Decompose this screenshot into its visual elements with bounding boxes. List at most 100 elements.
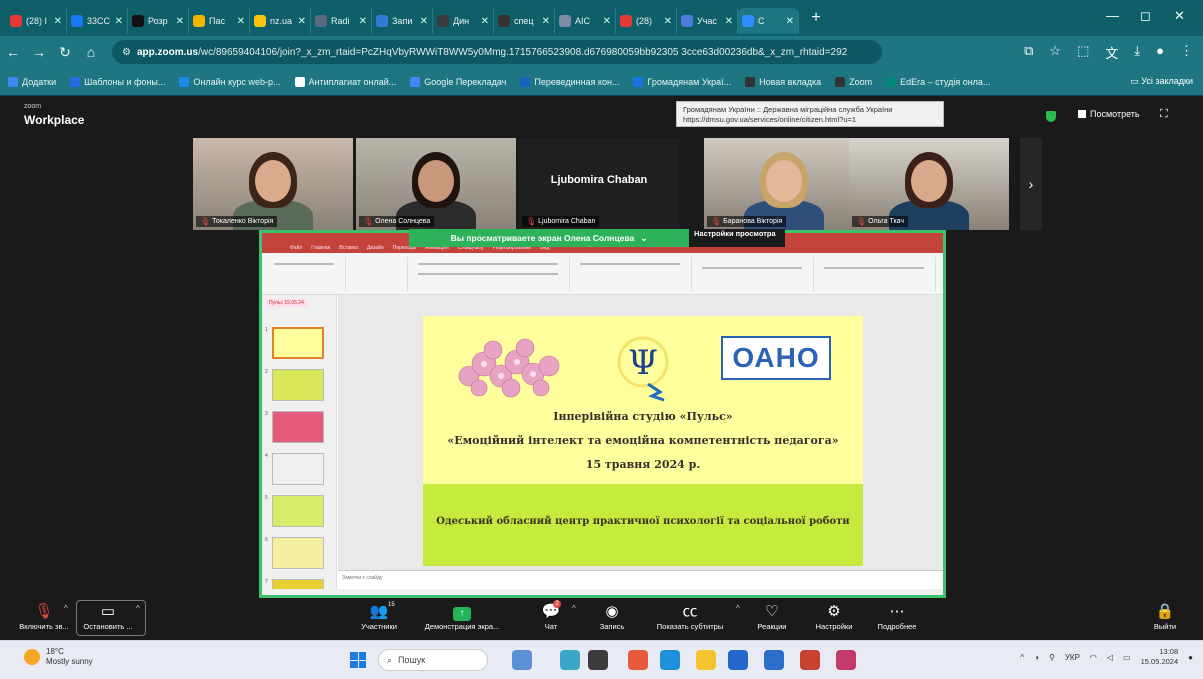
browser-tab[interactable]: 33CC ✕ — [67, 8, 128, 34]
back-icon[interactable]: ← — [0, 44, 26, 60]
wifi-icon[interactable]: ◠ — [1090, 653, 1097, 662]
windows-start-icon[interactable] — [350, 652, 366, 668]
fullscreen-icon[interactable]: ⛶ — [1160, 108, 1168, 121]
captions-button[interactable]: ㏄ Показать субтитры — [648, 602, 732, 631]
browser-tab[interactable]: Учас ✕ — [677, 8, 738, 34]
edge-icon[interactable] — [660, 650, 680, 670]
bookmark-item[interactable]: Перевединная кон... — [520, 76, 619, 87]
participant-tile[interactable]: Ljubomira Chaban 🎙 Ljubomira Chaban — [519, 138, 679, 230]
taskbar-search[interactable]: ⌕ Пошук — [378, 649, 488, 671]
slide-thumbnail[interactable] — [272, 369, 324, 401]
tab-close-icon[interactable]: ✕ — [542, 16, 550, 27]
encryption-shield-icon[interactable] — [1046, 111, 1056, 122]
view-settings-button[interactable]: Настройки просмотра — [689, 229, 785, 247]
browser-tab[interactable]: nz.ua ✕ — [250, 8, 311, 34]
menu-icon[interactable]: ⋮ — [1180, 43, 1193, 62]
chevron-up-icon[interactable]: ^ — [1020, 653, 1024, 662]
participant-tile[interactable]: 🎙 Ольга Ткач — [849, 138, 1009, 230]
weather-widget[interactable]: 18°C Mostly sunny — [24, 647, 93, 667]
home-icon[interactable]: ⌂ — [78, 44, 104, 60]
tab-close-icon[interactable]: ✕ — [664, 16, 672, 27]
slide-thumbnail[interactable] — [272, 411, 324, 443]
site-info-icon[interactable]: ⚙ — [122, 47, 131, 58]
stop-video-button[interactable]: ▭ Остановить ... — [78, 602, 138, 631]
mic-options-chevron-icon[interactable]: ^ — [64, 604, 68, 613]
bookmark-item[interactable]: Google Перекладач — [410, 76, 506, 87]
location-icon[interactable]: ⚲ — [1049, 653, 1055, 662]
tab-close-icon[interactable]: ✕ — [54, 16, 62, 27]
tab-close-icon[interactable]: ✕ — [603, 16, 611, 27]
ppt-tab[interactable]: Файл — [290, 245, 302, 253]
bookmark-item[interactable]: Шаблоны и фоны... — [70, 76, 165, 87]
tab-close-icon[interactable]: ✕ — [359, 16, 367, 27]
forward-icon[interactable]: → — [26, 44, 52, 60]
browser-tab[interactable]: Дин ✕ — [433, 8, 494, 34]
tab-close-icon[interactable]: ✕ — [298, 16, 306, 27]
url-input[interactable]: ⚙ app.zoom.us /wc/89659404106/join?_x_zm… — [112, 40, 882, 64]
tab-close-icon[interactable]: ✕ — [237, 16, 245, 27]
browser-tab[interactable]: C ✕ — [738, 8, 799, 34]
more-button[interactable]: ⋯ Подробнее — [872, 602, 922, 631]
next-page-arrow-icon[interactable]: › — [1020, 138, 1042, 230]
chevron-down-icon[interactable]: ⌄ — [640, 233, 647, 244]
bookmark-item[interactable]: Zoom — [835, 76, 872, 87]
bookmark-item[interactable]: Додатки — [8, 76, 56, 87]
widgets-icon[interactable] — [588, 650, 608, 670]
chat-button[interactable]: 💬 Чат — [536, 602, 566, 631]
slide-thumbnail[interactable] — [272, 537, 324, 569]
share-screen-button[interactable]: ↑ Демонстрация экра... — [414, 602, 510, 631]
bookmark-item[interactable]: Онлайн курс web-р... — [179, 76, 281, 87]
record-button[interactable]: ◉ Запись — [592, 602, 632, 631]
participants-button[interactable]: 👥 Участники — [354, 602, 404, 631]
view-button[interactable]: Посмотреть — [1078, 109, 1140, 119]
slide-thumbnail[interactable] — [272, 495, 324, 527]
video-options-chevron-icon[interactable]: ^ — [136, 604, 140, 613]
ppt-tab[interactable]: Главная — [311, 245, 330, 253]
slide-thumbnail[interactable] — [272, 327, 324, 359]
minimize-icon[interactable]: — — [1106, 8, 1119, 23]
clock[interactable]: 13:08 15.05.2024 — [1141, 647, 1179, 667]
bookmark-item[interactable]: Антиплагиат онлай... — [294, 76, 396, 87]
task-view-icon[interactable] — [512, 650, 532, 670]
cast-icon[interactable]: ⧉ — [1024, 43, 1033, 62]
browser-tab[interactable]: Пас ✕ — [189, 8, 250, 34]
browser-tab[interactable]: спец ✕ — [494, 8, 555, 34]
word-icon[interactable] — [764, 650, 784, 670]
settings-button[interactable]: ⚙ Настройки — [812, 602, 856, 631]
tab-close-icon[interactable]: ✕ — [420, 16, 428, 27]
bookmark-item[interactable]: Громадянам Украї... — [633, 76, 731, 87]
profile-icon[interactable]: ● — [1156, 43, 1164, 62]
chat-options-chevron-icon[interactable]: ^ — [572, 604, 576, 613]
tab-close-icon[interactable]: ✕ — [786, 16, 794, 27]
tab-close-icon[interactable]: ✕ — [115, 16, 123, 27]
tray-app-icon[interactable]: ◑ — [1034, 653, 1039, 662]
browser-tab[interactable]: AIC ✕ — [555, 8, 616, 34]
chrome-icon[interactable] — [628, 650, 648, 670]
participant-tile[interactable]: 🎙 Токаленко Вікторія — [193, 138, 353, 230]
close-icon[interactable]: ✕ — [1174, 8, 1185, 24]
all-bookmarks[interactable]: ▭ Усі закладки — [1130, 76, 1193, 87]
language-indicator[interactable]: УКР — [1065, 653, 1080, 662]
bookmark-item[interactable]: Новая вкладка — [745, 76, 821, 87]
captions-options-chevron-icon[interactable]: ^ — [736, 604, 740, 613]
browser-tab[interactable]: Розр ✕ — [128, 8, 189, 34]
bookmark-star-icon[interactable]: ☆ — [1049, 43, 1061, 62]
file-explorer-icon[interactable] — [696, 650, 716, 670]
battery-icon[interactable]: ▭ — [1123, 653, 1131, 662]
notification-bell-icon[interactable]: ● — [1188, 653, 1193, 662]
browser-tab[interactable]: (28) ✕ — [616, 8, 677, 34]
browser-tab[interactable]: Запи ✕ — [372, 8, 433, 34]
browser-tab[interactable]: (28) I ✕ — [6, 8, 67, 34]
tab-close-icon[interactable]: ✕ — [481, 16, 489, 27]
tab-close-icon[interactable]: ✕ — [176, 16, 184, 27]
bookmark-item[interactable]: EdEra – студія онла... — [886, 76, 990, 87]
extension-icon[interactable]: ⬚ — [1077, 43, 1089, 62]
participant-tile[interactable]: 🎙 Олена Солнцева — [356, 138, 516, 230]
participant-tile[interactable]: 🎙 Баранова Вікторія — [704, 138, 864, 230]
reload-icon[interactable]: ↻ — [52, 44, 78, 61]
translate-icon[interactable]: 文 — [1105, 43, 1118, 62]
powerpoint-icon[interactable] — [800, 650, 820, 670]
volume-icon[interactable]: ◁ — [1107, 653, 1113, 662]
new-tab-icon[interactable]: + — [805, 9, 827, 27]
maximize-icon[interactable]: ◻ — [1140, 8, 1151, 24]
